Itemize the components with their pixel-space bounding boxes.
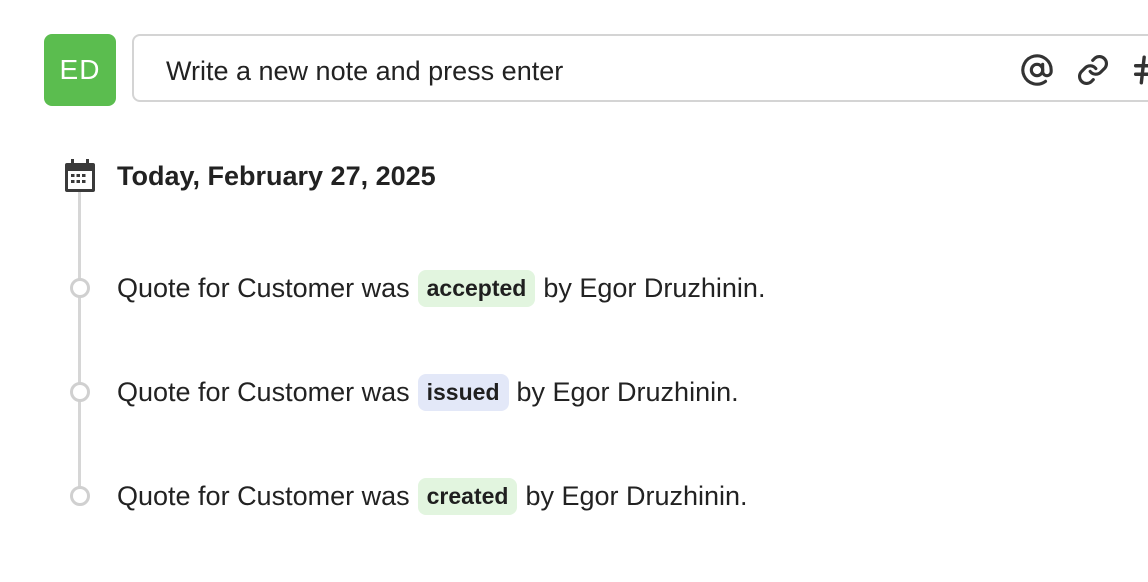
attach-icon[interactable] (1076, 53, 1110, 87)
mention-icon[interactable] (1020, 53, 1054, 87)
activity-feed: ED Write a new note and press enter Toda… (0, 0, 1148, 582)
note-input-placeholder: Write a new note and press enter (166, 56, 564, 86)
event-suffix: by Egor Druzhinin. (516, 377, 739, 407)
timeline-line (78, 190, 81, 500)
status-badge: accepted (417, 270, 536, 307)
status-badge: issued (417, 374, 509, 411)
hashtag-icon[interactable] (1130, 53, 1148, 87)
list-item: Quote for Customer was created by Egor D… (117, 478, 748, 515)
timeline-dot (70, 382, 90, 402)
event-prefix: Quote for Customer was (117, 377, 410, 407)
event-suffix: by Egor Druzhinin. (543, 273, 766, 303)
list-item: Quote for Customer was issued by Egor Dr… (117, 374, 739, 411)
timeline-dot (70, 486, 90, 506)
note-input[interactable]: Write a new note and press enter (132, 34, 1148, 102)
calendar-icon (62, 158, 98, 194)
date-header: Today, February 27, 2025 (117, 161, 436, 191)
list-item: Quote for Customer was accepted by Egor … (117, 270, 765, 307)
avatar: ED (44, 34, 116, 106)
timeline-dot (70, 278, 90, 298)
event-prefix: Quote for Customer was (117, 273, 410, 303)
event-suffix: by Egor Druzhinin. (525, 481, 748, 511)
status-badge: created (417, 478, 518, 515)
event-prefix: Quote for Customer was (117, 481, 410, 511)
